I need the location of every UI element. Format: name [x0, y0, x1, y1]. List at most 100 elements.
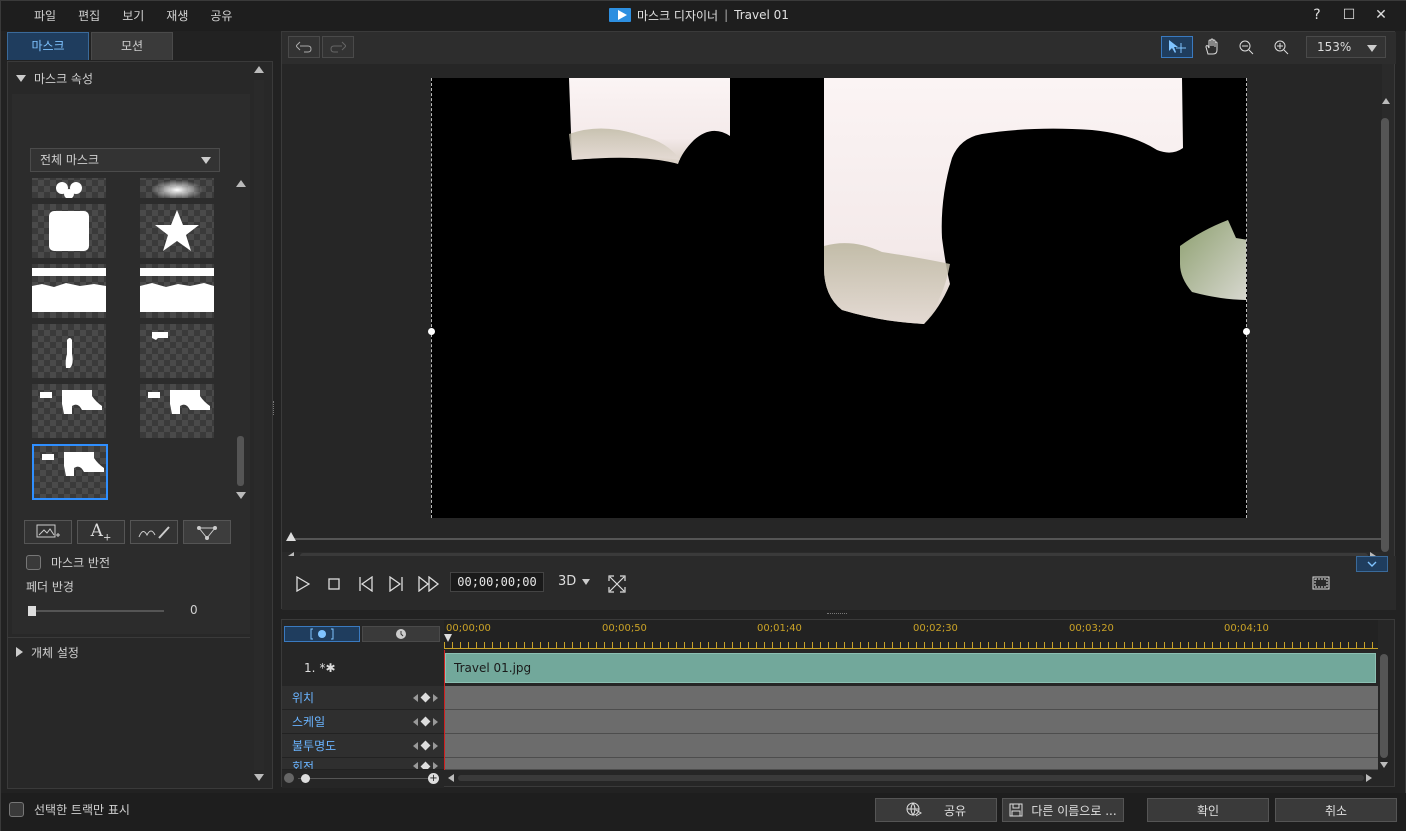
thumbnail-scroll-thumb[interactable] [237, 436, 244, 486]
video-frame[interactable] [431, 78, 1247, 518]
save-as-button[interactable]: 다른 이름으로 ... [1002, 798, 1124, 822]
add-keyframe-icon[interactable] [420, 740, 431, 751]
mask-handle-left[interactable] [428, 328, 435, 335]
prev-keyframe-icon[interactable] [413, 741, 418, 750]
timeline-playhead-marker[interactable] [444, 634, 452, 642]
select-tool-button[interactable] [1161, 36, 1193, 58]
mask-handle-right[interactable] [1243, 328, 1250, 335]
prev-keyframe-icon[interactable] [413, 717, 418, 726]
lane-scale[interactable] [444, 710, 1378, 734]
property-row-position[interactable]: 위치 [282, 686, 444, 710]
polygon-mask-button[interactable] [183, 520, 231, 544]
mask-thumb-custom-1[interactable] [32, 384, 106, 438]
timeline-zoom-slider[interactable] [298, 778, 430, 779]
fast-forward-icon[interactable] [418, 576, 440, 592]
zoom-out-button[interactable] [1230, 36, 1262, 58]
lane-position[interactable] [444, 686, 1378, 710]
mask-thumb-star[interactable] [140, 204, 214, 258]
timeline-hscroll-track[interactable] [458, 775, 1364, 781]
timeline-scroll-left[interactable] [448, 774, 454, 782]
close-button[interactable]: ✕ [1373, 6, 1389, 24]
safe-zone-icon[interactable] [1312, 576, 1330, 590]
undo-button[interactable] [288, 36, 320, 58]
invert-mask-checkbox[interactable] [26, 555, 41, 570]
share-button[interactable]: 공유 [875, 798, 997, 822]
menu-share[interactable]: 공유 [199, 1, 243, 31]
clip-travel-01[interactable]: Travel 01.jpg [445, 653, 1376, 683]
cancel-button[interactable]: 취소 [1275, 798, 1397, 822]
fullscreen-icon[interactable] [608, 575, 626, 593]
mask-thumb-custom-2[interactable] [140, 384, 214, 438]
property-row-opacity[interactable]: 불투명도 [282, 734, 444, 758]
redo-button[interactable] [322, 36, 354, 58]
show-selected-track-checkbox[interactable] [9, 802, 24, 817]
feather-slider[interactable] [30, 610, 164, 612]
add-keyframe-icon[interactable] [420, 716, 431, 727]
zoom-level-select[interactable]: 153% [1306, 36, 1386, 58]
next-keyframe-icon[interactable] [433, 741, 438, 750]
add-keyframe-icon[interactable] [420, 692, 431, 703]
timeline-zoom-in-icon[interactable]: + [428, 773, 439, 784]
track-header-1[interactable]: 1. *✱ [282, 652, 444, 684]
timeline-view-button-1[interactable] [284, 626, 360, 642]
mask-category-dropdown[interactable]: 전체 마스크 [30, 148, 220, 172]
next-frame-icon[interactable] [388, 576, 404, 592]
thumbnail-scrollbar[interactable] [236, 180, 246, 502]
add-text-mask-button[interactable]: A+ [77, 520, 125, 544]
scrub-track[interactable] [290, 538, 1382, 540]
mask-thumb-torn-stripes[interactable] [32, 264, 106, 318]
timeline-view-button-2[interactable] [362, 626, 440, 642]
mask-thumb-torn-stripes-2[interactable] [140, 264, 214, 318]
panel-scroll-down[interactable] [254, 774, 264, 781]
mask-thumb-square[interactable] [32, 204, 106, 258]
property-row-scale[interactable]: 스케일 [282, 710, 444, 734]
scrub-playhead[interactable] [286, 532, 296, 541]
object-settings-header[interactable]: 개체 설정 [16, 642, 79, 662]
feather-slider-thumb[interactable] [28, 606, 36, 616]
viewer-vscroll-thumb[interactable] [1381, 118, 1389, 552]
next-keyframe-icon[interactable] [433, 717, 438, 726]
timeline-scroll-right[interactable] [1366, 774, 1372, 782]
panel-scroll-up[interactable] [254, 66, 264, 73]
timeline-zoom-thumb[interactable] [301, 774, 310, 783]
next-keyframe-icon[interactable] [433, 762, 438, 769]
tab-motion[interactable]: 모션 [91, 32, 173, 60]
play-icon[interactable] [296, 576, 310, 592]
viewer-scroll-up[interactable] [1382, 98, 1390, 104]
menu-edit[interactable]: 편집 [67, 1, 111, 31]
prev-keyframe-icon[interactable] [413, 762, 418, 769]
lane-opacity[interactable] [444, 734, 1378, 758]
lane-rotation[interactable] [444, 758, 1378, 770]
mask-thumb-small-shape[interactable] [140, 324, 214, 378]
add-image-mask-button[interactable] [24, 520, 72, 544]
mask-thumb-glow[interactable] [140, 178, 214, 198]
prev-keyframe-icon[interactable] [413, 693, 418, 702]
timeline-scroll-down[interactable] [1380, 762, 1388, 768]
mask-properties-header[interactable]: 마스크 속성 [16, 68, 93, 88]
hand-tool-button[interactable] [1196, 36, 1228, 58]
zoom-in-button[interactable] [1265, 36, 1297, 58]
tab-mask[interactable]: 마스크 [7, 32, 89, 60]
mask-thumb-custom-selected[interactable] [32, 444, 108, 500]
timeline-zoom-out-icon[interactable] [284, 773, 294, 783]
mask-thumb-figure[interactable] [32, 324, 106, 378]
3d-mode-dropdown[interactable]: 3D [558, 574, 591, 589]
help-button[interactable]: ? [1309, 6, 1325, 24]
mask-thumb-flower[interactable] [32, 178, 106, 198]
previous-frame-icon[interactable] [358, 576, 374, 592]
viewer-splitter[interactable] [827, 613, 847, 615]
menu-view[interactable]: 보기 [111, 1, 155, 31]
ok-button[interactable]: 확인 [1147, 798, 1269, 822]
property-row-rotation[interactable]: 회전 [282, 758, 444, 770]
menu-playback[interactable]: 재생 [155, 1, 199, 31]
panel-splitter[interactable] [273, 401, 275, 415]
expand-panel-button[interactable] [1356, 556, 1388, 572]
brush-mask-button[interactable] [130, 520, 178, 544]
panel-scrollbar[interactable] [254, 80, 264, 770]
timeline-vscroll-thumb[interactable] [1380, 654, 1388, 758]
maximize-button[interactable]: ☐ [1341, 6, 1357, 24]
menu-file[interactable]: 파일 [23, 1, 67, 31]
stop-icon[interactable] [328, 578, 340, 590]
add-keyframe-icon[interactable] [420, 761, 431, 769]
timeline-ruler[interactable]: 00;00;00 00;00;50 00;01;40 00;02;30 00;0… [444, 620, 1378, 650]
